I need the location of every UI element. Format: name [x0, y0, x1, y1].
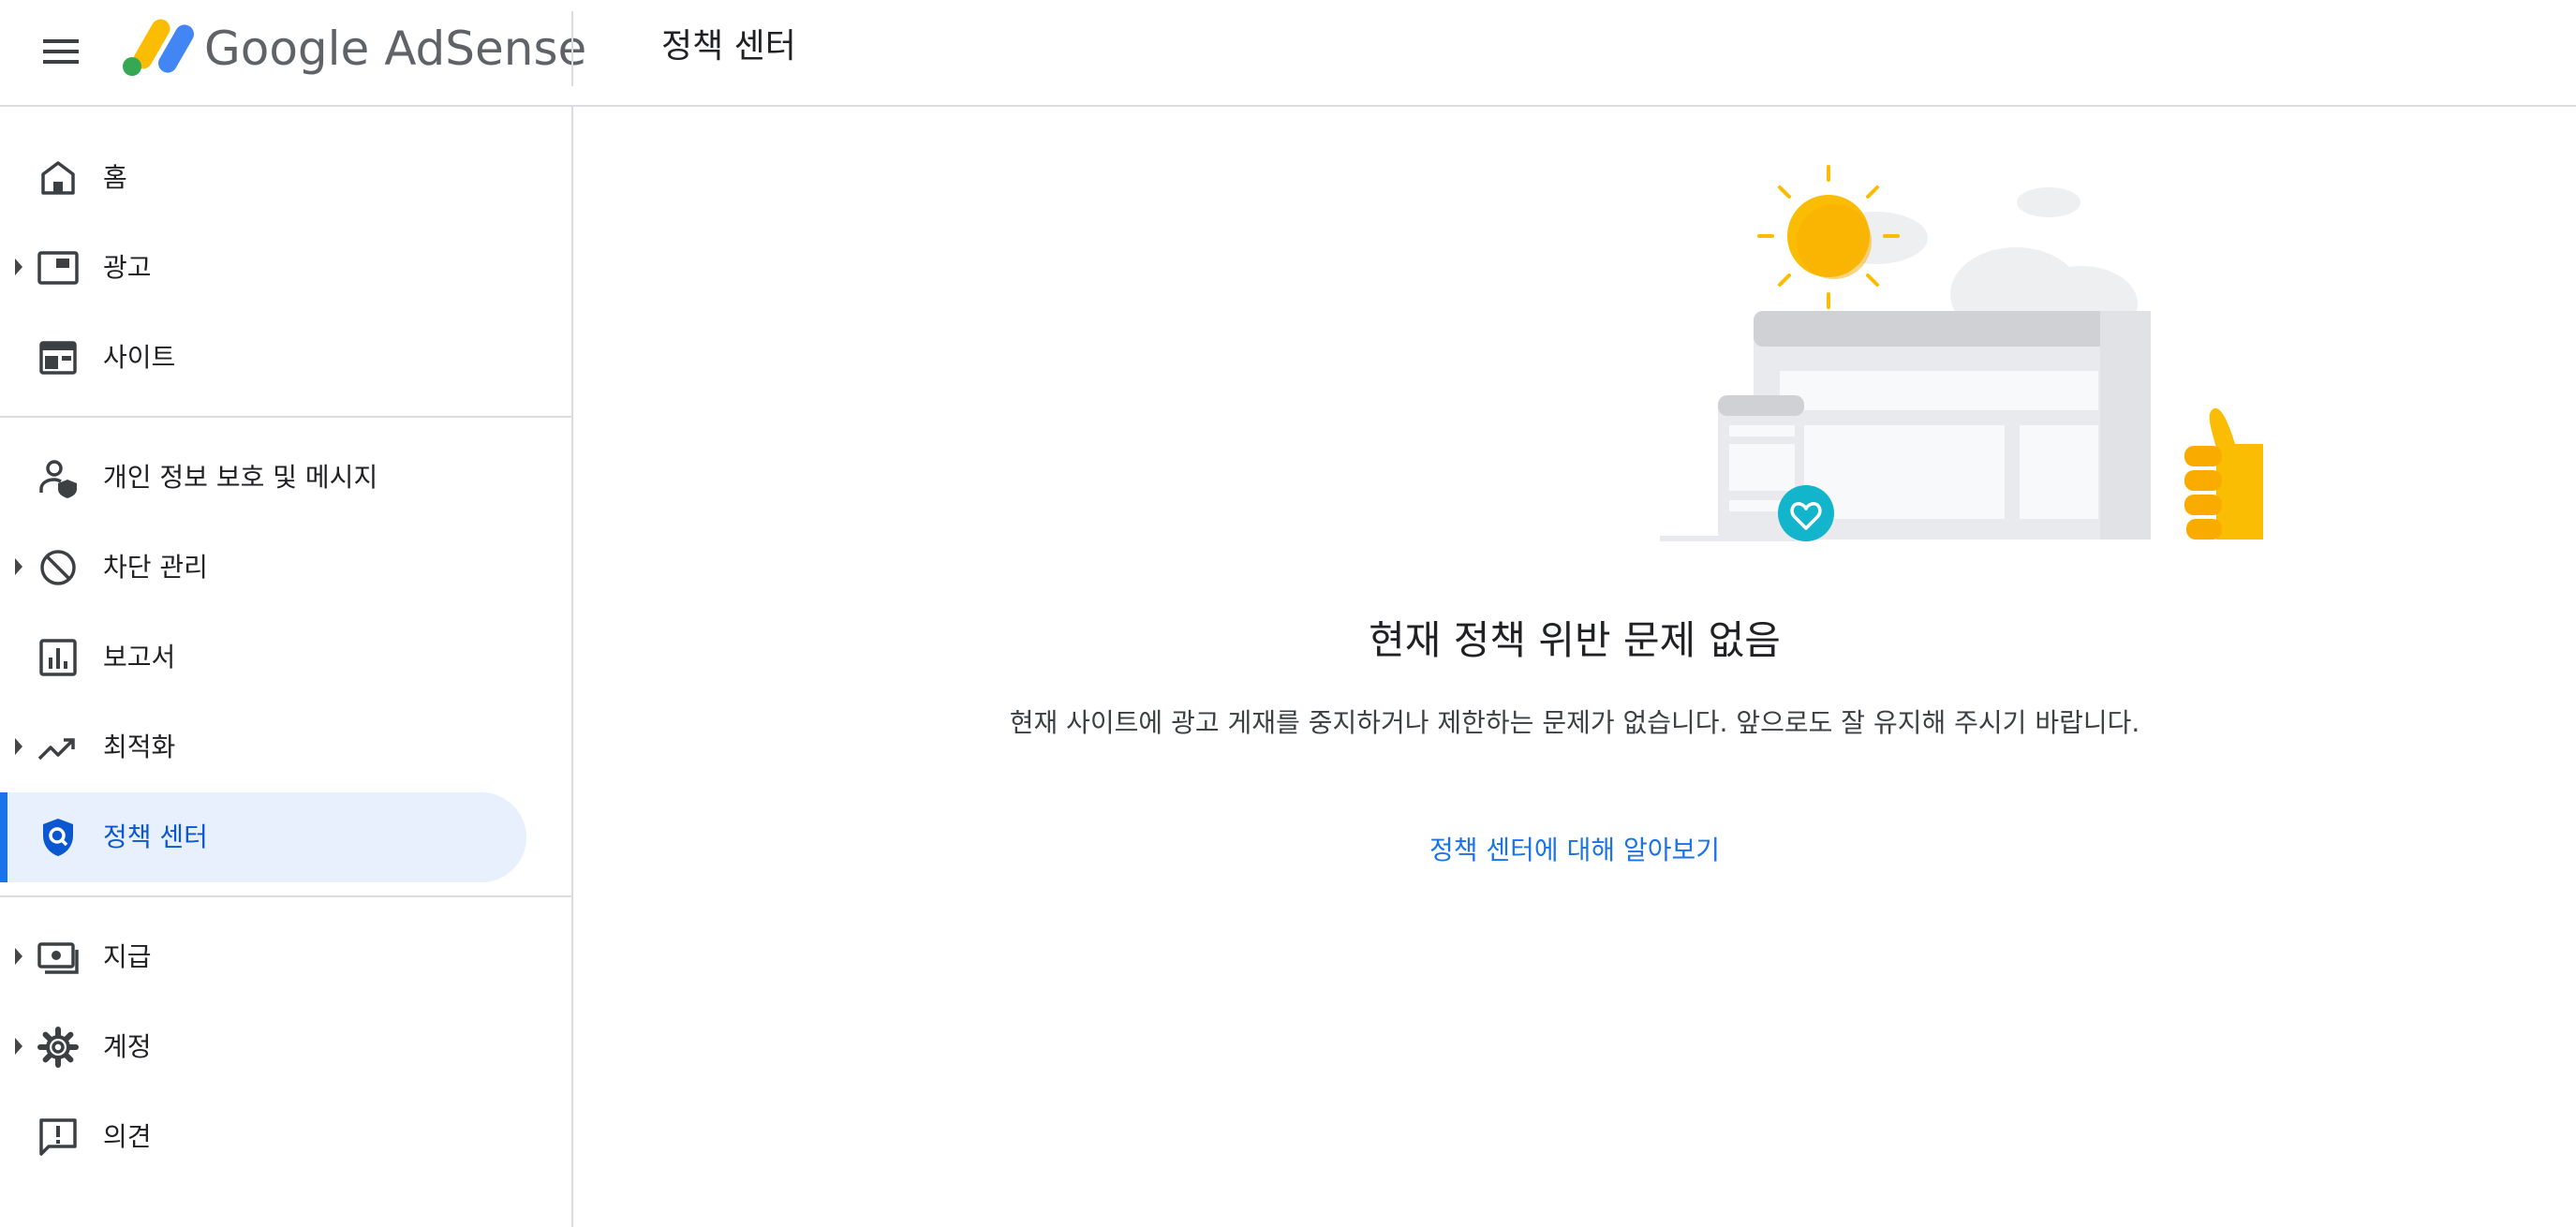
sidebar-item-label: 의견 — [103, 1121, 152, 1152]
expand-caret-icon[interactable] — [15, 948, 22, 965]
page-title: 정책 센터 — [661, 27, 796, 66]
sidebar-item-label: 보고서 — [103, 642, 176, 673]
sidebar-item-label: 개인 정보 보호 및 메시지 — [103, 462, 378, 493]
sidebar-item-sites[interactable]: 사이트 — [0, 313, 526, 403]
sidebar-item-privacy-messaging[interactable]: 개인 정보 보호 및 메시지 — [0, 433, 526, 523]
expand-caret-icon[interactable] — [15, 1038, 22, 1055]
sidebar-item-home[interactable]: 홈 — [0, 133, 526, 223]
expand-caret-icon[interactable] — [15, 259, 22, 275]
sidebar-item-label: 지급 — [103, 941, 152, 972]
payments-icon — [37, 942, 79, 974]
top-app-bar: Google AdSense 정책 센터 — [0, 0, 2576, 107]
brand-product: AdSense — [384, 22, 587, 76]
sidebar-item-label: 계정 — [103, 1031, 152, 1062]
sidebar-item-label: 홈 — [103, 162, 127, 193]
brand-google: Google — [204, 22, 370, 76]
sidebar-item-label: 차단 관리 — [103, 552, 208, 583]
learn-more-link[interactable]: 정책 센터에 대해 알아보기 — [573, 830, 2576, 871]
sidebar-item-feedback[interactable]: 의견 — [0, 1092, 526, 1182]
reports-icon — [39, 639, 77, 676]
brand-wordmark: Google AdSense — [204, 21, 586, 77]
heart-badge-icon — [1778, 485, 1834, 541]
status-headline: 현재 정책 위반 문제 없음 — [1369, 617, 1781, 663]
sidebar-nav: 홈 광고 사이트 개인 정보 보호 및 메시지 차단 관리 보고서 최적화 정책… — [0, 107, 573, 1227]
sidebar-divider — [0, 895, 571, 897]
gear-icon — [37, 1027, 79, 1068]
policy-shield-icon — [43, 819, 73, 856]
block-icon — [40, 550, 76, 585]
adsense-logo-icon[interactable] — [118, 15, 208, 77]
hamburger-menu-icon[interactable] — [37, 28, 84, 75]
expand-caret-icon[interactable] — [15, 738, 22, 755]
status-description: 현재 사이트에 광고 게재를 중지하거나 제한하는 문제가 없습니다. 앞으로도… — [1009, 707, 2140, 738]
sidebar-item-blocking-controls[interactable]: 차단 관리 — [0, 523, 526, 613]
ads-icon — [37, 251, 79, 285]
no-violations-illustration — [1660, 165, 2263, 541]
thumbs-up-icon — [2184, 407, 2263, 540]
sidebar-item-label: 사이트 — [103, 342, 176, 373]
sidebar-item-payments[interactable]: 지급 — [0, 912, 526, 1002]
expand-caret-icon[interactable] — [15, 558, 22, 575]
sites-icon — [39, 341, 77, 375]
sidebar-item-policy-center[interactable]: 정책 센터 — [0, 792, 526, 882]
trending-up-icon — [37, 738, 75, 761]
feedback-icon — [39, 1118, 77, 1156]
privacy-messaging-icon — [39, 460, 77, 498]
header-divider — [571, 11, 573, 86]
active-indicator — [0, 792, 7, 882]
home-icon — [41, 161, 75, 195]
sidebar-item-label: 광고 — [103, 252, 152, 283]
sidebar-item-ads[interactable]: 광고 — [0, 223, 526, 313]
sidebar-item-account[interactable]: 계정 — [0, 1002, 526, 1092]
sidebar-item-reports[interactable]: 보고서 — [0, 613, 526, 702]
main-content: 현재 정책 위반 문제 없음 현재 사이트에 광고 게재를 중지하거나 제한하는… — [573, 107, 2576, 1227]
sidebar-item-optimization[interactable]: 최적화 — [0, 702, 526, 792]
sidebar-divider — [0, 416, 571, 418]
sidebar-item-label: 정책 센터 — [103, 821, 208, 852]
sidebar-item-label: 최적화 — [103, 732, 176, 762]
